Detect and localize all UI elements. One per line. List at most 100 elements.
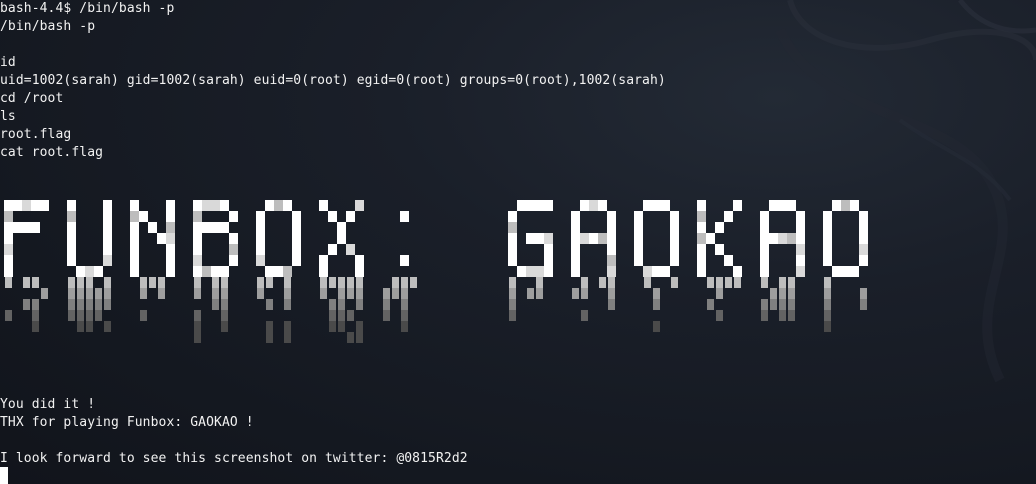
banner-pixel [328, 211, 337, 222]
banner-pixel [274, 200, 283, 211]
banner-pixel [40, 200, 49, 211]
banner-pixel [607, 222, 616, 233]
banner-drip [86, 299, 93, 310]
banner-drip [329, 299, 336, 310]
banner-pixel [148, 222, 157, 233]
banner-pixel [697, 244, 706, 255]
banner-pixel [607, 255, 616, 266]
banner-pixel [715, 244, 724, 255]
banner-drip [383, 288, 390, 299]
banner-drip [68, 310, 75, 321]
banner-pixel [832, 200, 841, 211]
banner-drip [86, 288, 93, 299]
banner-pixel [139, 211, 148, 222]
banner-pixel [67, 211, 76, 222]
banner-pixel [283, 200, 292, 211]
banner-pixel [202, 266, 211, 277]
banner-pixel [319, 266, 328, 277]
banner-drip [761, 277, 768, 288]
banner-pixel [292, 233, 301, 244]
banner-pixel [67, 200, 76, 211]
banner-pixel [760, 222, 769, 233]
banner-pixel [787, 233, 796, 244]
banner-pixel [544, 244, 553, 255]
banner-drip [779, 288, 786, 299]
banner-drip [140, 288, 147, 299]
banner-pixel [526, 266, 535, 277]
banner-pixel [4, 200, 13, 211]
banner-pixel [346, 211, 355, 222]
banner-drip [788, 277, 795, 288]
banner-pixel [760, 255, 769, 266]
banner-drip [221, 277, 228, 288]
banner-drip [671, 277, 678, 288]
banner-pixel [697, 200, 706, 211]
banner-pixel [517, 266, 526, 277]
terminal-window[interactable]: bash-4.4$ /bin/bash -p /bin/bash -p id u… [0, 0, 1036, 484]
banner-drip [221, 288, 228, 299]
banner-drip [95, 310, 102, 321]
banner-pixel [211, 266, 220, 277]
banner-pixel [193, 222, 202, 233]
banner-pixel [67, 222, 76, 233]
banner-pixel [697, 266, 706, 277]
banner-pixel [652, 200, 661, 211]
banner-pixel [643, 266, 652, 277]
banner-pixel [796, 222, 805, 233]
banner-pixel [31, 200, 40, 211]
banner-drip [284, 288, 291, 299]
banner-pixel [670, 255, 679, 266]
banner-pixel [193, 244, 202, 255]
banner-pixel [823, 211, 832, 222]
banner-pixel [589, 200, 598, 211]
banner-pixel [229, 233, 238, 244]
banner-pixel [571, 266, 580, 277]
banner-pixel [292, 255, 301, 266]
banner-drip [383, 310, 390, 321]
banner-drip [347, 277, 354, 288]
banner-pixel [778, 233, 787, 244]
banner-drip [401, 277, 408, 288]
banner-pixel [796, 266, 805, 277]
banner-pixel [850, 200, 859, 211]
banner-drip [104, 321, 111, 332]
banner-drip [68, 277, 75, 288]
banner-letter-o [256, 200, 301, 343]
banner-drip [716, 310, 723, 321]
banner-pixel [292, 222, 301, 233]
banner-drip [788, 288, 795, 299]
banner-drip [95, 299, 102, 310]
banner-drip [32, 310, 39, 321]
banner-drip [320, 288, 327, 299]
ascii-art-banner: FUNBOX: GAOKAO [0, 190, 870, 390]
terminal-line-cd-cmd: cd /root [0, 91, 64, 106]
banner-pixel [607, 244, 616, 255]
banner-pixel [571, 255, 580, 266]
banner-pixel [256, 233, 265, 244]
banner-drip [284, 277, 291, 288]
banner-drip [338, 299, 345, 310]
banner-drip [779, 299, 786, 310]
banner-pixel [220, 266, 229, 277]
banner-drip [284, 321, 291, 332]
banner-pixel [166, 233, 175, 244]
banner-pixel [859, 244, 868, 255]
banner-pixel [166, 200, 175, 211]
banner-drip [347, 310, 354, 321]
banner-drip [221, 299, 228, 310]
banner-pixel [337, 222, 346, 233]
banner-drip [5, 277, 12, 288]
banner-drip [95, 288, 102, 299]
banner-pixel [166, 211, 175, 222]
banner-pixel [130, 244, 139, 255]
banner-pixel [67, 233, 76, 244]
banner-letter-a [760, 200, 805, 321]
banner-pixel [544, 255, 553, 266]
banner-pixel [634, 233, 643, 244]
banner-pixel [661, 200, 670, 211]
banner-pixel [769, 233, 778, 244]
banner-pixel [157, 233, 166, 244]
banner-pixel [670, 222, 679, 233]
terminal-line-id-output: uid=1002(sarah) gid=1002(sarah) euid=0(r… [0, 73, 666, 88]
banner-pixel [571, 211, 580, 222]
